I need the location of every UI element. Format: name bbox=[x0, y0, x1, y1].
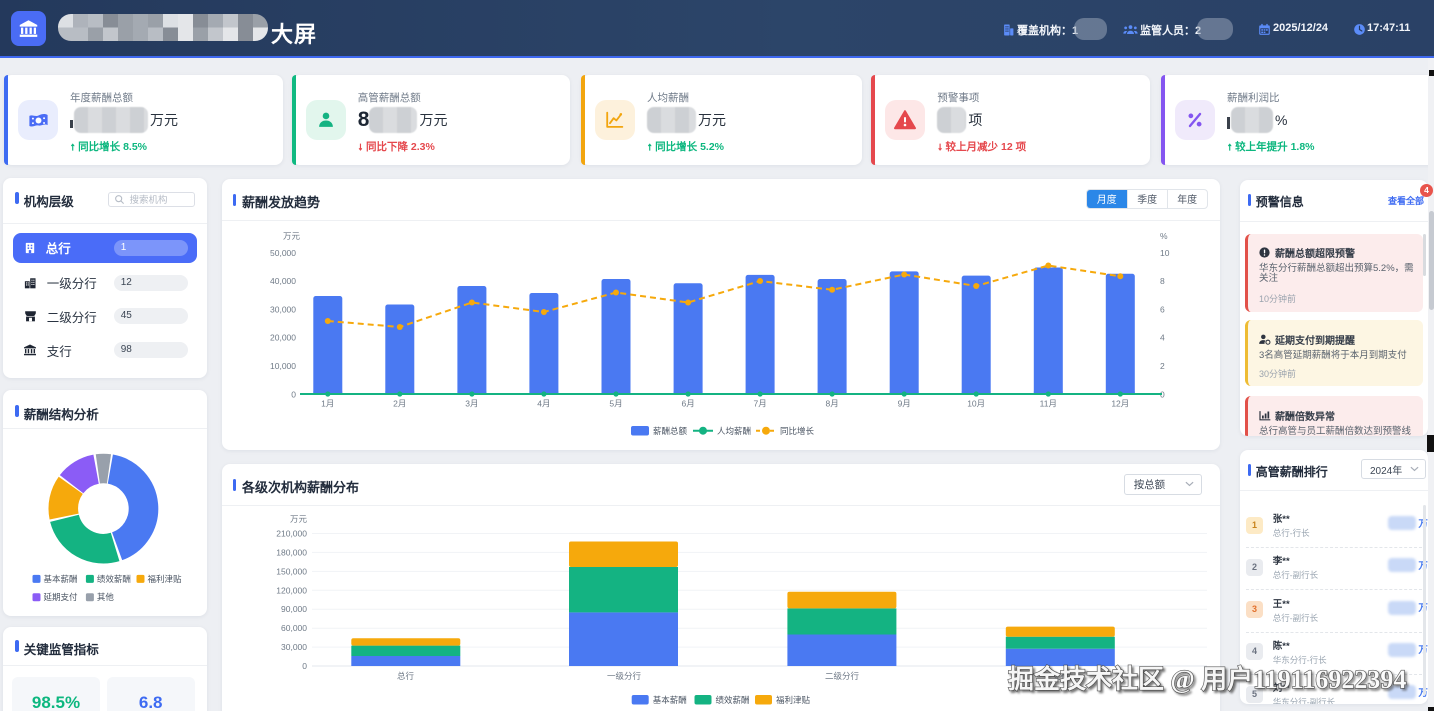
svg-text:%: % bbox=[1160, 231, 1168, 241]
svg-text:总行: 总行 bbox=[397, 671, 415, 681]
svg-text:5月: 5月 bbox=[609, 399, 622, 409]
svg-text:6: 6 bbox=[1160, 304, 1165, 314]
svg-text:福利津贴: 福利津贴 bbox=[776, 695, 811, 705]
svg-text:0: 0 bbox=[291, 389, 296, 399]
svg-text:40,000: 40,000 bbox=[270, 276, 296, 286]
svg-text:同比增长: 同比增长 bbox=[780, 426, 815, 436]
svg-text:180,000: 180,000 bbox=[276, 547, 307, 557]
svg-text:120,000: 120,000 bbox=[276, 585, 307, 595]
svg-text:3月: 3月 bbox=[465, 399, 478, 409]
svg-text:0: 0 bbox=[302, 661, 307, 671]
svg-text:90,000: 90,000 bbox=[281, 604, 307, 614]
svg-text:万元: 万元 bbox=[283, 231, 301, 241]
svg-text:一级分行: 一级分行 bbox=[607, 671, 642, 681]
svg-text:延期支付: 延期支付 bbox=[44, 592, 79, 602]
svg-text:掘金技术社区 @ 用户119116922394: 掘金技术社区 @ 用户119116922394 bbox=[1008, 664, 1406, 694]
svg-text:基本薪酬: 基本薪酬 bbox=[652, 695, 686, 705]
svg-text:10: 10 bbox=[1160, 248, 1170, 258]
svg-text:绩效薪酬: 绩效薪酬 bbox=[97, 574, 131, 584]
svg-text:20,000: 20,000 bbox=[270, 333, 296, 343]
svg-text:210,000: 210,000 bbox=[276, 529, 307, 539]
svg-text:人均薪酬: 人均薪酬 bbox=[717, 426, 751, 436]
svg-text:6月: 6月 bbox=[681, 399, 694, 409]
svg-text:薪酬总额: 薪酬总额 bbox=[653, 426, 688, 436]
svg-text:2月: 2月 bbox=[393, 399, 406, 409]
svg-text:50,000: 50,000 bbox=[270, 248, 296, 258]
svg-text:8月: 8月 bbox=[825, 399, 838, 409]
svg-text:30,000: 30,000 bbox=[281, 642, 307, 652]
svg-text:9月: 9月 bbox=[897, 399, 910, 409]
svg-text:4: 4 bbox=[1160, 333, 1165, 343]
svg-text:基本薪酬: 基本薪酬 bbox=[44, 574, 78, 584]
svg-text:1月: 1月 bbox=[321, 399, 334, 409]
svg-text:7月: 7月 bbox=[753, 399, 766, 409]
svg-text:福利津贴: 福利津贴 bbox=[148, 574, 183, 584]
svg-text:8: 8 bbox=[1160, 276, 1165, 286]
svg-text:10月: 10月 bbox=[967, 399, 985, 409]
svg-text:12月: 12月 bbox=[1111, 399, 1129, 409]
svg-text:30,000: 30,000 bbox=[270, 304, 296, 314]
svg-text:绩效薪酬: 绩效薪酬 bbox=[715, 695, 749, 705]
svg-text:二级分行: 二级分行 bbox=[825, 671, 860, 681]
svg-text:150,000: 150,000 bbox=[276, 566, 307, 576]
svg-text:2: 2 bbox=[1160, 361, 1165, 371]
svg-text:10,000: 10,000 bbox=[270, 361, 296, 371]
svg-text:60,000: 60,000 bbox=[281, 623, 307, 633]
svg-text:其他: 其他 bbox=[97, 592, 115, 602]
svg-text:万元: 万元 bbox=[290, 514, 308, 524]
svg-text:4月: 4月 bbox=[537, 399, 550, 409]
svg-text:11月: 11月 bbox=[1039, 399, 1056, 409]
